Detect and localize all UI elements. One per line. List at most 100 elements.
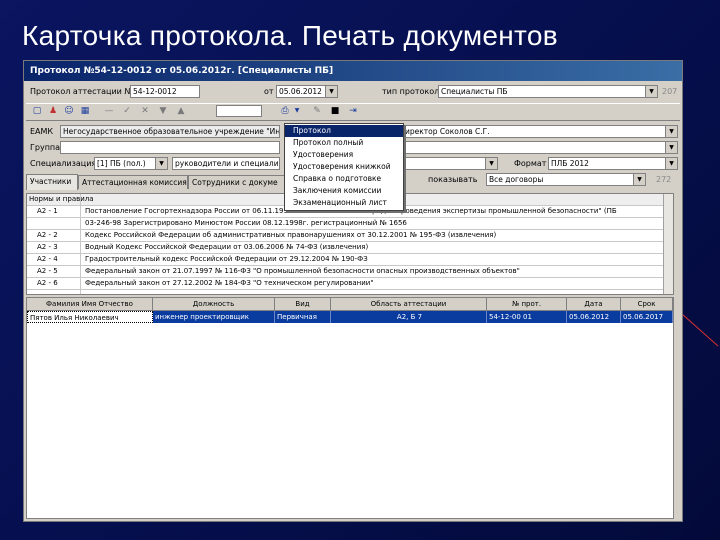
zoom-field[interactable]	[216, 105, 262, 117]
format-select[interactable]: ПЛБ 2012 ▼	[548, 157, 678, 170]
group-field[interactable]	[60, 141, 280, 154]
header-row: Протокол аттестации № 54-12-0012 от 05.0…	[26, 85, 680, 99]
delete-icon[interactable]: —	[102, 104, 116, 118]
cell-fio[interactable]: Пятов Илья Николаевич	[27, 311, 153, 323]
norm-code: А2 - 3	[37, 243, 58, 251]
menu-item-certificates-book[interactable]: Удостоверения книжкой	[285, 161, 403, 173]
date-label: от	[264, 87, 274, 96]
column-header-position[interactable]: Должность	[153, 298, 275, 310]
slide-title: Карточка протокола. Печать документов	[22, 20, 558, 51]
column-header-kind[interactable]: Вид	[275, 298, 331, 310]
table-row[interactable]: А2 - 3 Водный Кодекс Российской Федераци…	[27, 242, 673, 254]
decorative-line	[681, 313, 719, 347]
table-row[interactable]: 03-246-98 Зарегистрировано Минюстом Росс…	[27, 218, 673, 230]
format-label: Формат	[514, 159, 547, 168]
specialization-label: Специализация	[30, 159, 97, 168]
date-value: 05.06.2012	[279, 87, 322, 96]
chevron-down-icon[interactable]: ▼	[633, 174, 645, 185]
check-icon[interactable]: ✓	[120, 104, 134, 118]
cell-area[interactable]: А2, Б 7	[331, 311, 487, 323]
show-select[interactable]: Все договоры ▼	[486, 173, 646, 186]
director-value: иректор Соколов С.Г.	[405, 127, 490, 136]
norms-grid-scrollbar[interactable]	[663, 194, 673, 294]
exit-icon[interactable]: ⇥	[346, 104, 360, 118]
protocol-number-field[interactable]: 54-12-0012	[130, 85, 200, 98]
arrow-up-icon[interactable]: ▲	[174, 104, 188, 118]
cell-number[interactable]: 54-12-00 01	[487, 311, 567, 323]
specialization-extra-field[interactable]: ▼	[402, 157, 498, 170]
protocol-type-select[interactable]: Специалисты ПБ ▼	[438, 85, 658, 98]
norm-text: Градостроительный кодекс Российской Феде…	[85, 255, 368, 263]
director-field[interactable]: иректор Соколов С.Г. ▼	[402, 125, 678, 138]
date-field[interactable]: 05.06.2012 ▼	[276, 85, 338, 98]
specialization-select[interactable]: [1] ПБ (пол.) ▼	[94, 157, 168, 170]
menu-item-training-reference[interactable]: Справка о подготовке	[285, 173, 403, 185]
specialization-value: [1] ПБ (пол.)	[97, 159, 146, 168]
protocol-type-label: тип протокола	[382, 87, 445, 96]
chevron-down-icon[interactable]: ▼	[645, 86, 657, 97]
table-row[interactable]: А2 - 4 Градостроительный кодекс Российск…	[27, 254, 673, 266]
norms-grid-title: Нормы и правила	[29, 195, 94, 203]
users-icon[interactable]: ☺	[62, 104, 76, 118]
norm-text: 03-246-98 Зарегистрировано Минюстом Росс…	[85, 219, 407, 227]
norm-text: Федеральный закон от 27.12.2002 № 184-ФЗ…	[85, 279, 374, 287]
date-dropdown-icon[interactable]: ▼	[325, 86, 337, 97]
protocol-type-value: Специалисты ПБ	[441, 87, 508, 96]
norm-code: А2 - 1	[37, 207, 58, 215]
header-extra-value: 207	[662, 87, 678, 96]
eamk-field[interactable]: Негосударственное образовательное учрежд…	[60, 125, 280, 138]
tab-staff-documents[interactable]: Сотрудники с докуме	[188, 175, 286, 189]
column-header-area[interactable]: Область аттестации	[331, 298, 487, 310]
norm-text: Кодекс Российской Федерации об администр…	[85, 231, 497, 239]
chevron-down-icon[interactable]: ▼	[665, 158, 677, 169]
cancel-icon[interactable]: ✕	[138, 104, 152, 118]
column-header-number[interactable]: № прот.	[487, 298, 567, 310]
norm-text: Федеральный закон от 21.07.1997 № 116-ФЗ…	[85, 267, 520, 275]
cell-position[interactable]: инженер проектировщик	[153, 311, 275, 323]
calculator-icon[interactable]: ▦	[78, 104, 92, 118]
format-value: ПЛБ 2012	[551, 159, 589, 168]
group-extra-field[interactable]: ▼	[402, 141, 678, 154]
chevron-down-icon[interactable]: ▼	[665, 126, 677, 137]
protocol-number-label: Протокол аттестации №	[30, 87, 133, 96]
menu-item-exam-sheet[interactable]: Экзаменационный лист	[285, 197, 403, 209]
cell-term[interactable]: 05.06.2017	[621, 311, 673, 323]
norm-code: А2 - 5	[37, 267, 58, 275]
table-row[interactable]: А2 - 6 Федеральный закон от 27.12.2002 №…	[27, 278, 673, 290]
norm-code: А2 - 4	[37, 255, 58, 263]
norm-code: А2 - 2	[37, 231, 58, 239]
norm-text: Водный Кодекс Российской Федерации от 03…	[85, 243, 369, 251]
menu-item-protocol[interactable]: Протокол	[285, 125, 403, 137]
specialization-role-field[interactable]: руководители и специалисты	[172, 157, 280, 170]
toolbar: ▢ ♟ ☺ ▦ — ✓ ✕ ▼ ▲ ⎙ ▼ ✎ ■ ⇥	[26, 103, 680, 121]
user-icon[interactable]: ♟	[46, 104, 60, 118]
menu-item-commission-conclusions[interactable]: Заключения комиссии	[285, 185, 403, 197]
participants-grid: Фамилия Имя Отчество Должность Вид Облас…	[26, 297, 674, 519]
menu-item-protocol-full[interactable]: Протокол полный	[285, 137, 403, 149]
tab-commission[interactable]: Аттестационная комиссия	[78, 175, 188, 189]
arrow-down-icon[interactable]: ▼	[156, 104, 170, 118]
chevron-down-icon[interactable]: ▼	[485, 158, 497, 169]
show-extra-value: 272	[656, 175, 672, 184]
show-value: Все договоры	[489, 175, 544, 184]
cell-kind[interactable]: Первичная	[275, 311, 331, 323]
save-icon[interactable]: ■	[328, 104, 342, 118]
cell-date[interactable]: 05.06.2012	[567, 311, 621, 323]
menu-item-certificates[interactable]: Удостоверения	[285, 149, 403, 161]
chevron-down-icon[interactable]: ▼	[665, 142, 677, 153]
protocol-window: Протокол №54-12-0012 от 05.06.2012г. [Сп…	[23, 60, 683, 522]
table-row[interactable]: Пятов Илья Николаевич инженер проектиров…	[27, 311, 673, 323]
participants-grid-header: Фамилия Имя Отчество Должность Вид Облас…	[27, 298, 673, 311]
column-header-term[interactable]: Срок	[621, 298, 673, 310]
column-header-date[interactable]: Дата	[567, 298, 621, 310]
chevron-down-icon[interactable]: ▼	[155, 158, 167, 169]
new-icon[interactable]: ▢	[30, 104, 44, 118]
chevron-down-icon[interactable]: ▼	[290, 104, 304, 118]
eamk-label: ЕАМК	[30, 127, 54, 136]
tab-participants[interactable]: Участники	[26, 174, 78, 190]
settings-icon[interactable]: ✎	[310, 104, 324, 118]
table-row[interactable]: А2 - 5 Федеральный закон от 21.07.1997 №…	[27, 266, 673, 278]
table-row[interactable]: А2 - 2 Кодекс Российской Федерации об ад…	[27, 230, 673, 242]
print-menu: Протокол Протокол полный Удостоверения У…	[284, 123, 404, 211]
column-header-fio[interactable]: Фамилия Имя Отчество	[27, 298, 153, 310]
